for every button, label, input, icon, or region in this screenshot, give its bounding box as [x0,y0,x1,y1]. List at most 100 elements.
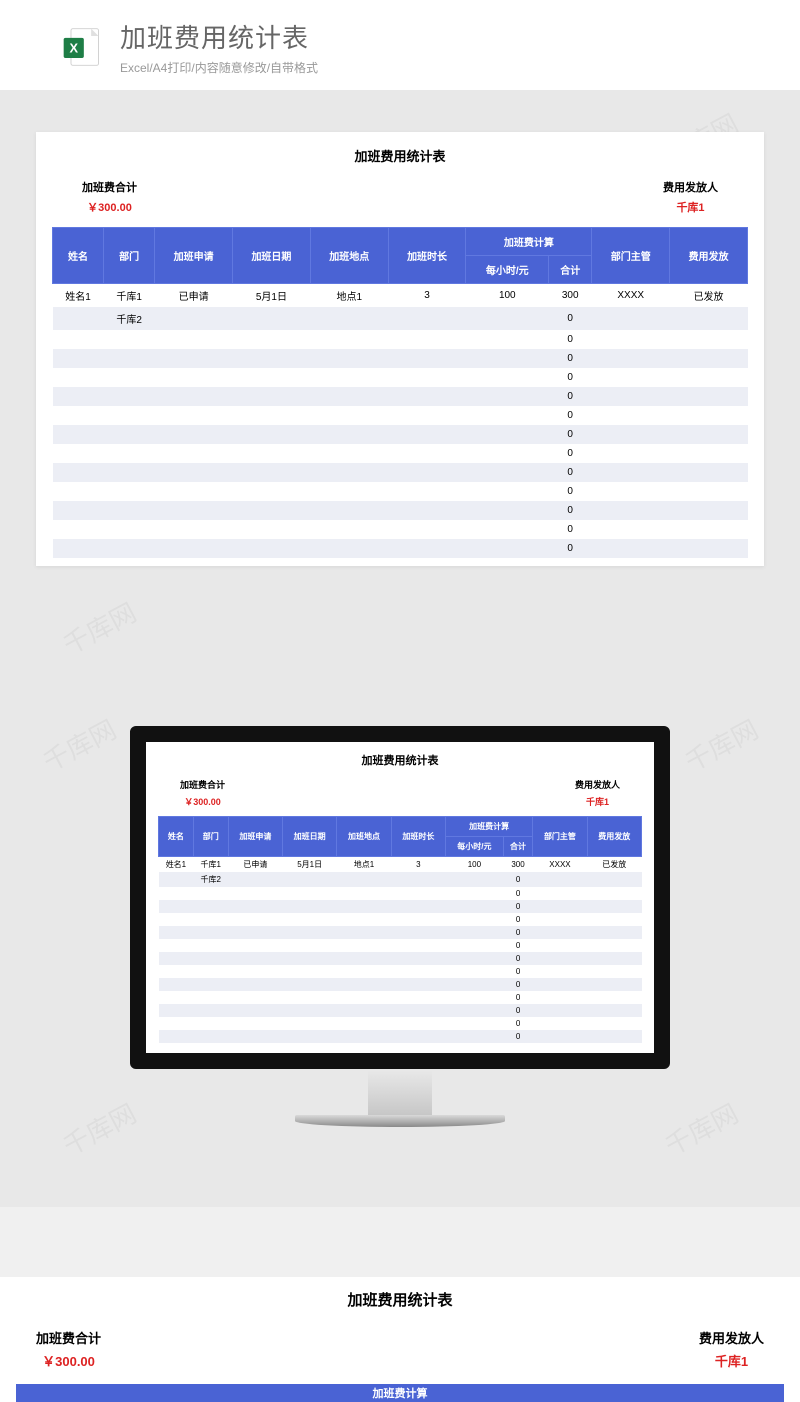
cell-mgr [533,939,587,952]
cell-apply [155,520,233,539]
cell-hours [388,349,466,368]
cell-hours [391,1004,445,1017]
cell-rate [466,330,549,349]
cell-rate: 100 [466,284,549,308]
cell-dept [104,520,155,539]
col-rate: 每小时/元 [466,256,549,284]
table-row: 0 [53,425,748,444]
table-row: 0 [53,539,748,558]
table-row: 0 [159,965,642,978]
cell-mgr [533,900,587,913]
cell-rate [446,900,504,913]
payer-label: 费用发放人 [699,1328,764,1347]
cell-paid [670,425,748,444]
col-dept: 部门 [104,228,155,284]
cell-place [310,349,388,368]
cell-paid [670,520,748,539]
cell-name: 姓名1 [53,284,104,308]
cell-place: 地点1 [337,857,391,873]
cell-rate [446,978,504,991]
cell-place [310,444,388,463]
cell-mgr [592,520,670,539]
cell-dept [193,952,228,965]
cell-hours [391,887,445,900]
cell-place [310,330,388,349]
cell-paid [587,952,641,965]
col-total: 合计 [549,256,592,284]
cell-dept: 千库2 [193,872,228,887]
cell-date [233,482,311,501]
cell-place [310,425,388,444]
cell-hours [388,463,466,482]
cell-total: 0 [549,444,592,463]
cell-place [337,926,391,939]
table-row: 0 [53,368,748,387]
page-subtitle: Excel/A4打印/内容随意修改/自带格式 [120,59,318,76]
table-row: 0 [53,501,748,520]
cell-hours [388,444,466,463]
cell-name [159,965,194,978]
payer-value: 千库1 [699,1351,764,1370]
cell-dept [104,501,155,520]
cell-dept [193,965,228,978]
cell-dept [104,539,155,558]
cell-date [233,307,311,330]
cell-date [283,965,337,978]
table-header: 姓名 部门 加班申请 加班日期 加班地点 加班时长 加班费计算 部门主管 费用发… [53,228,748,284]
table-header: 姓名 部门 加班申请 加班日期 加班地点 加班时长 加班费计算 部门主管 费用发… [159,817,642,857]
cell-hours [388,387,466,406]
cell-mgr [533,887,587,900]
cell-rate [446,872,504,887]
cell-place [337,913,391,926]
cell-date [283,1017,337,1030]
table-row: 0 [53,482,748,501]
table-row: 0 [53,463,748,482]
cell-paid [587,926,641,939]
cell-dept [104,463,155,482]
cell-date [233,444,311,463]
cell-date [233,520,311,539]
cell-dept [104,349,155,368]
cell-name [53,406,104,425]
cell-rate [446,952,504,965]
total-label: 加班费合计 [36,1328,101,1347]
cell-paid [670,463,748,482]
cell-hours [388,307,466,330]
table-row: 0 [53,330,748,349]
cell-date [233,406,311,425]
cell-date [283,913,337,926]
cell-total: 0 [503,913,532,926]
preview-area-1: 千库网 千库网 千库网 千库网 加班费用统计表 加班费合计 ￥300.00 费用… [0,90,800,686]
cell-name [159,978,194,991]
cell-hours [391,913,445,926]
cell-mgr [533,1030,587,1043]
cell-date [233,425,311,444]
cell-date [233,463,311,482]
monitor-mockup: 加班费用统计表 加班费合计 ￥300.00 费用发放人 千库1 姓名 部门 加班… [130,726,670,1127]
table-row: 0 [159,1017,642,1030]
cell-mgr [592,539,670,558]
cell-name [53,307,104,330]
spreadsheet-preview: 加班费用统计表 加班费合计 ￥300.00 费用发放人 千库1 姓名 部门 加班… [36,132,764,566]
col-name: 姓名 [53,228,104,284]
cell-apply [155,307,233,330]
cell-hours [391,900,445,913]
table-body: 姓名1千库1已申请5月1日地点13100300XXXX已发放千库20000000… [159,857,642,1044]
cell-hours [391,978,445,991]
cell-apply [228,900,282,913]
summary-row: 加班费合计 ￥300.00 费用发放人 千库1 [158,778,642,816]
cell-dept [104,406,155,425]
cell-mgr [533,991,587,1004]
cell-apply [228,1017,282,1030]
cell-place [310,520,388,539]
cell-dept [104,482,155,501]
total-label: 加班费合计 [82,179,137,195]
cell-paid [670,387,748,406]
cell-name [159,887,194,900]
cell-date [283,939,337,952]
cell-place [310,463,388,482]
table-row: 千库20 [159,872,642,887]
sheet-title: 加班费用统计表 [52,146,748,165]
cell-mgr [533,926,587,939]
cell-date [233,501,311,520]
